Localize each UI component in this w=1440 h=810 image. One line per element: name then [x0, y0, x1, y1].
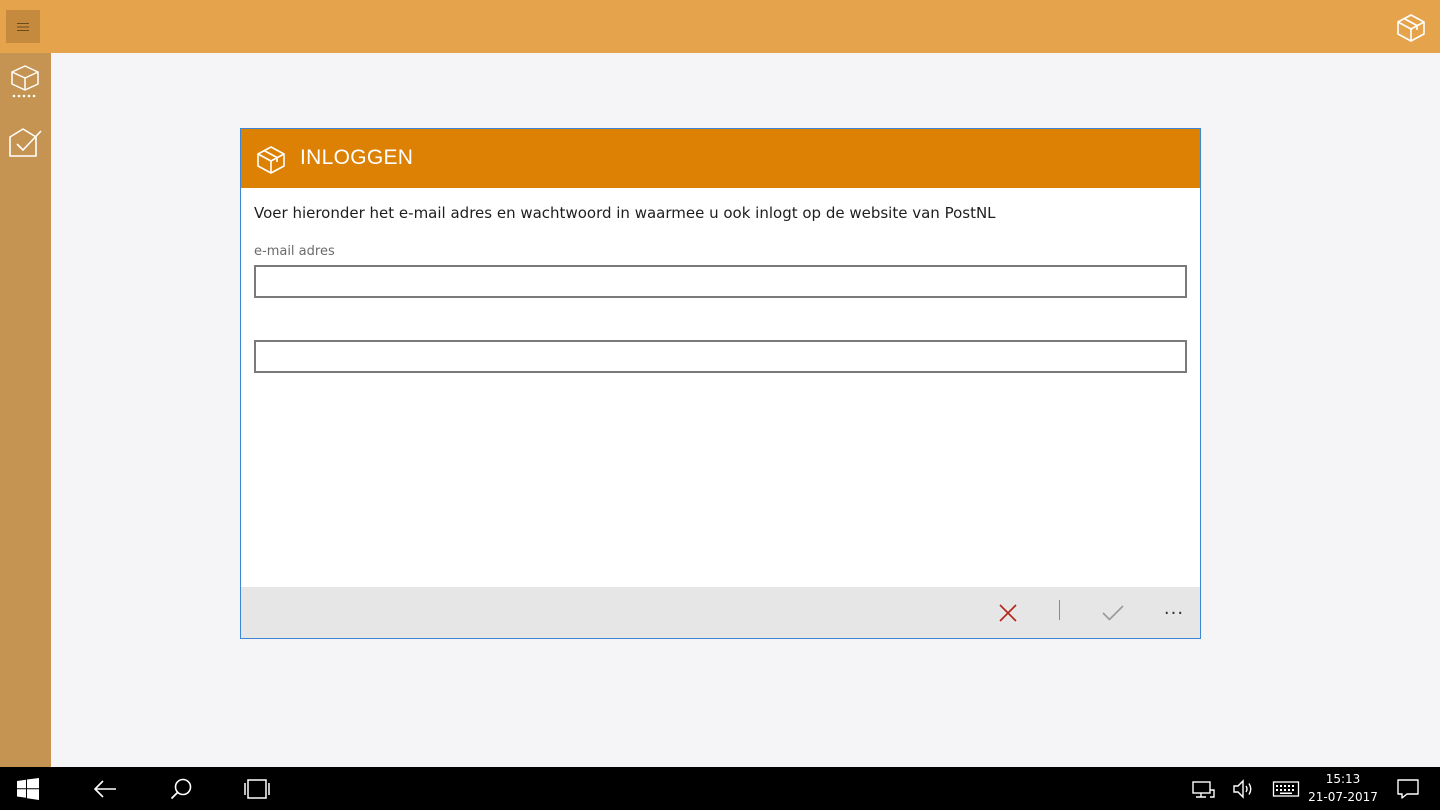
- clock-date: 21-07-2017: [1308, 790, 1378, 804]
- task-view-icon: [244, 779, 270, 799]
- login-dialog: INLOGGEN Voer hieronder het e-mail adres…: [240, 128, 1201, 639]
- hamburger-menu-button[interactable]: [6, 10, 40, 43]
- search-icon: [170, 778, 192, 800]
- windows-start-icon: [17, 778, 39, 800]
- hamburger-icon: [17, 22, 29, 31]
- cancel-button[interactable]: [991, 597, 1025, 629]
- dialog-title: INLOGGEN: [300, 146, 414, 169]
- start-button[interactable]: [12, 773, 44, 805]
- send-package-icon[interactable]: [7, 123, 43, 159]
- close-icon: [999, 604, 1017, 622]
- confirm-button[interactable]: [1096, 597, 1130, 629]
- command-separator: [1059, 600, 1060, 620]
- back-button[interactable]: [89, 773, 121, 805]
- taskbar: 15:13 21-07-2017: [0, 767, 1440, 810]
- package-icon: [257, 146, 285, 174]
- network-icon[interactable]: [1190, 777, 1216, 801]
- system-clock[interactable]: 15:13 21-07-2017: [1306, 770, 1380, 806]
- more-options-button[interactable]: ···: [1157, 597, 1191, 629]
- login-instruction: Voer hieronder het e-mail adres en wacht…: [254, 204, 996, 222]
- checkmark-icon: [1102, 605, 1124, 621]
- clock-time: 15:13: [1325, 772, 1361, 786]
- email-label: e-mail adres: [254, 244, 335, 259]
- navigation-rail: [0, 53, 51, 767]
- task-view-button[interactable]: [241, 773, 273, 805]
- package-icon[interactable]: [1394, 10, 1428, 44]
- notifications-icon[interactable]: [1395, 777, 1421, 801]
- search-button[interactable]: [165, 773, 197, 805]
- package-tracking-icon[interactable]: [7, 63, 43, 99]
- email-field[interactable]: [254, 265, 1187, 298]
- back-arrow-icon: [93, 780, 116, 798]
- volume-icon[interactable]: [1231, 777, 1257, 801]
- command-bar: ···: [241, 587, 1200, 638]
- top-bar: [0, 0, 1440, 53]
- keyboard-icon[interactable]: [1272, 777, 1300, 801]
- password-field[interactable]: [254, 340, 1187, 373]
- dialog-header: INLOGGEN: [241, 129, 1200, 188]
